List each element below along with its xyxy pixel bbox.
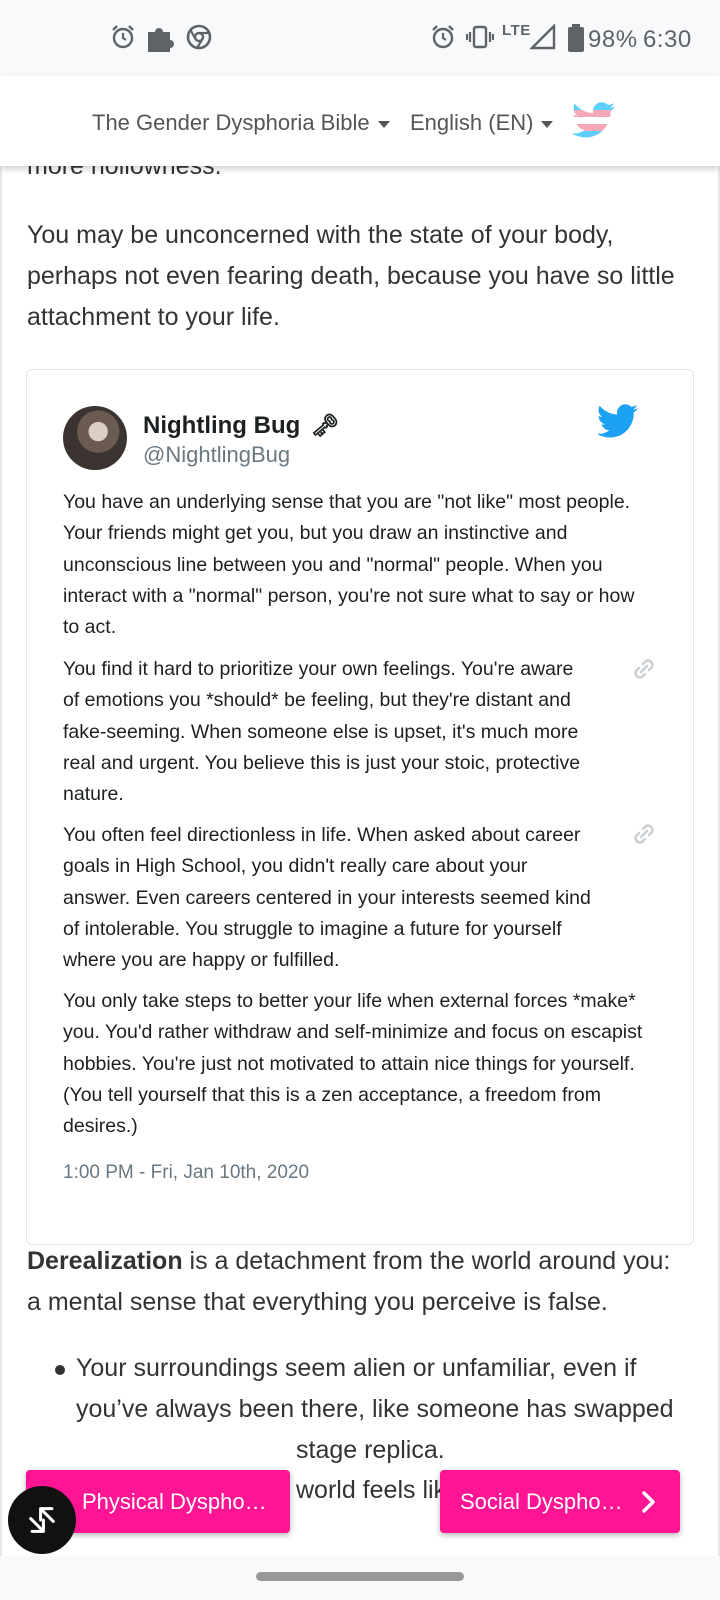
alarm-icon	[112, 25, 134, 49]
list-item: you’ve always been there, like someone h…	[76, 1395, 674, 1423]
clock: 6:30	[643, 26, 692, 53]
puzzle-icon	[148, 28, 174, 52]
language-dropdown[interactable]: English (EN)	[410, 110, 554, 136]
vibrate-icon	[466, 25, 494, 49]
tweet-paragraph: You often feel directionless in life. Wh…	[63, 824, 591, 972]
list-item: Your surroundings seem alien or unfamili…	[76, 1354, 637, 1382]
tweet-paragraph: You find it hard to prioritize your own …	[63, 658, 581, 806]
twitter-bird-icon[interactable]	[597, 404, 639, 440]
book-dropdown-label: The Gender Dysphoria Bible	[92, 110, 370, 135]
alarm-icon	[432, 25, 454, 49]
swap-button[interactable]	[8, 1486, 76, 1554]
battery-icon	[568, 24, 584, 52]
chevron-right-icon	[641, 1490, 655, 1513]
page-border-left	[0, 166, 2, 1556]
language-dropdown-label: English (EN)	[410, 110, 534, 135]
next-chapter-label: Social Dyspho…	[460, 1488, 623, 1514]
signal-icon	[530, 24, 556, 50]
derealization-paragraph: Derealization is a detachment from the w…	[27, 1241, 687, 1323]
term-derealization: Derealization	[27, 1247, 183, 1275]
bullet-dot	[55, 1365, 65, 1375]
list-item: stage replica.	[296, 1436, 445, 1464]
tweet-timestamp[interactable]: 1:00 PM - Fri, Jan 10th, 2020	[63, 1162, 309, 1184]
caret-down-icon	[541, 120, 554, 128]
status-bar: LTE 98% 6:30	[0, 0, 720, 76]
chrome-icon	[186, 24, 212, 50]
tweet-paragraph: You only take steps to better your life …	[63, 990, 643, 1138]
previous-chapter-label: Physical Dyspho…	[82, 1488, 267, 1514]
avatar[interactable]	[63, 406, 127, 470]
article-content: more hollowness. You may be unconcerned …	[0, 76, 720, 1556]
tweet-author-name-text: Nightling Bug	[143, 412, 301, 439]
top-navbar: The Gender Dysphoria Bible English (EN)	[0, 76, 720, 166]
swap-arrows-icon	[29, 1507, 55, 1533]
next-chapter-button[interactable]: Social Dyspho…	[440, 1470, 680, 1533]
system-navigation-bar	[0, 1556, 720, 1600]
book-dropdown[interactable]: The Gender Dysphoria Bible	[92, 110, 390, 136]
network-type: LTE	[502, 22, 531, 39]
tweet-paragraph: You have an underlying sense that you ar…	[63, 491, 635, 639]
link-icon[interactable]	[630, 655, 658, 683]
battery-percent: 98%	[588, 26, 638, 53]
link-icon[interactable]	[630, 820, 658, 848]
twitter-trans-flag-icon[interactable]	[572, 102, 616, 140]
paragraph: You may be unconcerned with the state of…	[27, 221, 675, 331]
embedded-tweet[interactable]: Nightling Bug 🗝 @NightlingBug You have a…	[26, 369, 694, 1245]
home-gesture-handle[interactable]	[256, 1572, 464, 1581]
key-emoji-icon: 🗝	[310, 413, 339, 438]
tweet-author-name[interactable]: Nightling Bug 🗝	[143, 412, 339, 440]
tweet-author-handle[interactable]: @NightlingBug	[143, 442, 290, 468]
caret-down-icon	[377, 120, 390, 128]
